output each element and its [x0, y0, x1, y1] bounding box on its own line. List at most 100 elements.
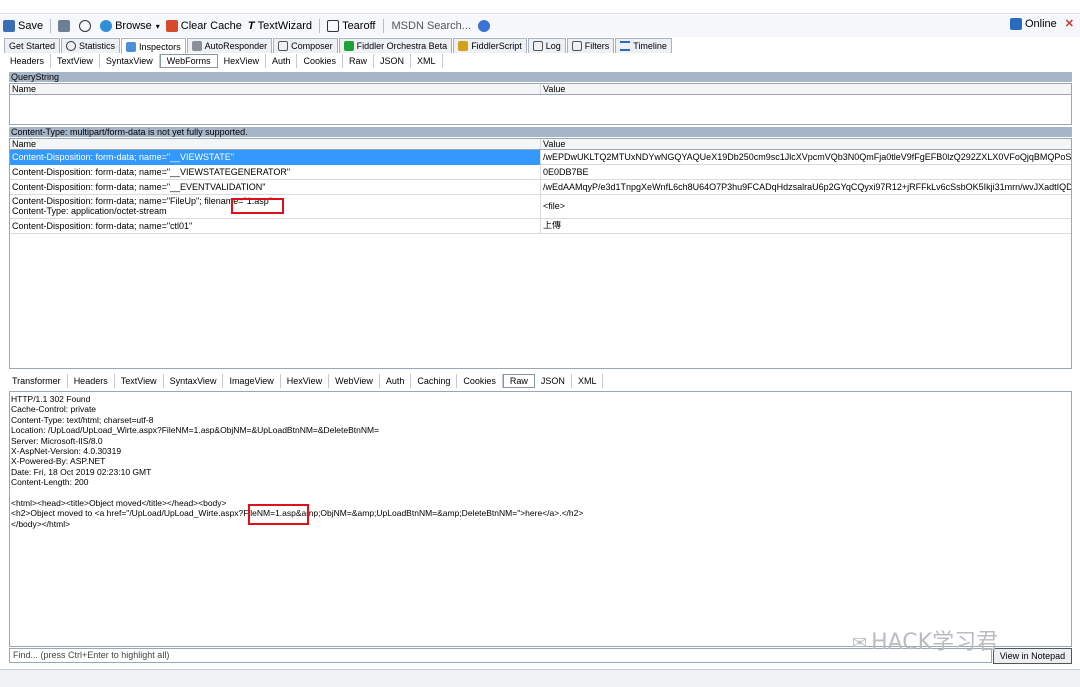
save-icon: [3, 20, 15, 32]
wechat-icon: ✉: [852, 633, 868, 654]
tab-fiddlerscript[interactable]: FiddlerScript: [453, 38, 527, 53]
stopwatch-icon: [79, 20, 92, 32]
text-wizard-icon: T: [247, 20, 255, 32]
main-tabs: Get Started Statistics Inspectors AutoRe…: [4, 38, 673, 54]
resp-tab-hexview[interactable]: HexView: [281, 374, 330, 388]
response-line: HTTP/1.1 302 Found: [11, 394, 91, 404]
save-button[interactable]: Save: [0, 17, 46, 35]
toolbar-separator: [382, 19, 384, 33]
timeline-icon: [620, 41, 631, 51]
filename-highlight: [231, 198, 284, 214]
resp-tab-xml[interactable]: XML: [572, 374, 604, 388]
toolbar-separator: [50, 19, 52, 33]
resp-tab-transformer[interactable]: Transformer: [6, 374, 68, 388]
column-name: Name: [10, 84, 541, 94]
table-row[interactable]: Content-Disposition: form-data; name="Fi…: [10, 194, 1071, 219]
response-line: </body></html>: [11, 518, 71, 529]
response-line: [11, 488, 1070, 498]
fo-icon: [343, 41, 354, 51]
response-line: Cache-Control: private: [11, 404, 97, 415]
resp-tab-headers[interactable]: Headers: [68, 374, 115, 388]
response-line: Content-Length: 200: [11, 477, 89, 488]
main-toolbar: Save Browse ▾ Clear Cache T TextWizard Tea…: [0, 15, 1080, 37]
resp-tab-json[interactable]: JSON: [535, 374, 572, 388]
tab-get-started[interactable]: Get Started: [4, 38, 61, 53]
script-icon: [458, 41, 469, 51]
view-in-notepad-button[interactable]: View in Notepad: [993, 648, 1072, 664]
tab-fiddler-orchestra[interactable]: Fiddler Orchestra Beta: [338, 38, 453, 53]
find-input[interactable]: Find... (press Ctrl+Enter to highlight a…: [9, 648, 992, 663]
response-line: <h2>Object moved to <a href="/UpLoad/UpL…: [11, 508, 584, 519]
response-line: Content-Type: text/html; charset=utf-8: [11, 414, 154, 425]
resp-tab-textview[interactable]: TextView: [115, 374, 164, 388]
request-tabs: Headers TextView SyntaxView WebForms Hex…: [4, 54, 443, 68]
clear-cache-button[interactable]: Clear Cache: [163, 17, 245, 35]
browse-button[interactable]: Browse ▾: [97, 17, 163, 35]
resp-tab-cookies[interactable]: Cookies: [457, 374, 503, 388]
browser-icon: [100, 20, 113, 32]
column-value: Value: [543, 84, 566, 94]
screenshot-button[interactable]: [55, 17, 76, 35]
req-tab-headers[interactable]: Headers: [4, 54, 52, 68]
help-button[interactable]: [475, 17, 496, 35]
window-top-strip: [0, 0, 1080, 14]
req-tab-syntaxview[interactable]: SyntaxView: [100, 54, 160, 68]
req-tab-json[interactable]: JSON: [374, 54, 412, 68]
tab-filters[interactable]: Filters: [566, 38, 615, 53]
status-bar: [0, 669, 1080, 687]
tab-timeline[interactable]: Timeline: [615, 38, 672, 53]
tab-composer[interactable]: Composer: [273, 38, 338, 53]
resp-tab-auth[interactable]: Auth: [380, 374, 412, 388]
table-row[interactable]: Content-Disposition: form-data; name="__…: [10, 179, 1071, 195]
response-line: X-Powered-By: ASP.NET: [11, 456, 106, 467]
compose-icon: [278, 41, 289, 51]
body-grid[interactable]: Name Value Content-Disposition: form-dat…: [9, 138, 1072, 369]
tearoff-button[interactable]: Tearoff: [324, 17, 378, 35]
tab-log[interactable]: Log: [527, 38, 566, 53]
timer-button[interactable]: [76, 17, 97, 35]
close-icon[interactable]: ✕: [1065, 17, 1074, 30]
resp-tab-syntaxview[interactable]: SyntaxView: [164, 374, 224, 388]
stopwatch-icon: [66, 41, 77, 51]
querystring-columns: Name Value: [10, 84, 1071, 95]
checkbox-icon: [571, 41, 582, 51]
filenm-highlight: [248, 504, 309, 525]
tab-statistics[interactable]: Statistics: [61, 38, 121, 53]
req-tab-hexview[interactable]: HexView: [218, 54, 266, 68]
req-tab-webforms[interactable]: WebForms: [159, 54, 218, 68]
lightning-icon: [191, 41, 202, 51]
table-row[interactable]: Content-Disposition: form-data; name="ct…: [10, 218, 1071, 234]
req-tab-auth[interactable]: Auth: [266, 54, 298, 68]
msdn-search-input[interactable]: MSDN Search...: [388, 17, 475, 35]
resp-tab-caching[interactable]: Caching: [411, 374, 458, 388]
response-line: <html><head><title>Object moved</title><…: [11, 498, 227, 509]
online-status: Online ✕: [1009, 17, 1074, 30]
chevron-down-icon: ▾: [155, 21, 160, 31]
req-tab-cookies[interactable]: Cookies: [297, 54, 343, 68]
inspector-icon: [126, 41, 137, 52]
querystring-grid[interactable]: Name Value: [9, 83, 1072, 125]
tab-inspectors[interactable]: Inspectors: [121, 38, 186, 54]
req-tab-raw[interactable]: Raw: [343, 54, 374, 68]
req-tab-textview[interactable]: TextView: [51, 54, 100, 68]
resp-tab-webview[interactable]: WebView: [329, 374, 380, 388]
response-line: Location: /UpLoad/UpLoad_Wirte.aspx?File…: [11, 425, 380, 436]
req-tab-xml[interactable]: XML: [411, 54, 443, 68]
table-row[interactable]: Content-Disposition: form-data; name="__…: [10, 149, 1071, 165]
response-line: Date: Fri, 18 Oct 2019 02:23:10 GMT: [11, 466, 152, 477]
resp-tab-raw[interactable]: Raw: [502, 374, 535, 388]
clear-cache-icon: [165, 20, 178, 32]
help-icon: [477, 20, 490, 32]
column-name: Name: [10, 139, 541, 149]
table-row[interactable]: Content-Disposition: form-data; name="__…: [10, 164, 1071, 180]
online-icon: [1009, 17, 1022, 30]
response-raw-text[interactable]: HTTP/1.1 302 Found Cache-Control: privat…: [9, 391, 1072, 647]
tab-autoresponder[interactable]: AutoResponder: [186, 38, 273, 53]
text-wizard-button[interactable]: T TextWizard: [245, 17, 315, 35]
response-tabs: Transformer Headers TextView SyntaxView …: [6, 374, 604, 388]
tearoff-icon: [327, 20, 340, 32]
resp-tab-imageview[interactable]: ImageView: [223, 374, 281, 388]
response-line: Server: Microsoft-IIS/8.0: [11, 435, 103, 446]
camera-icon: [58, 20, 71, 32]
body-columns: Name Value: [10, 139, 1071, 150]
